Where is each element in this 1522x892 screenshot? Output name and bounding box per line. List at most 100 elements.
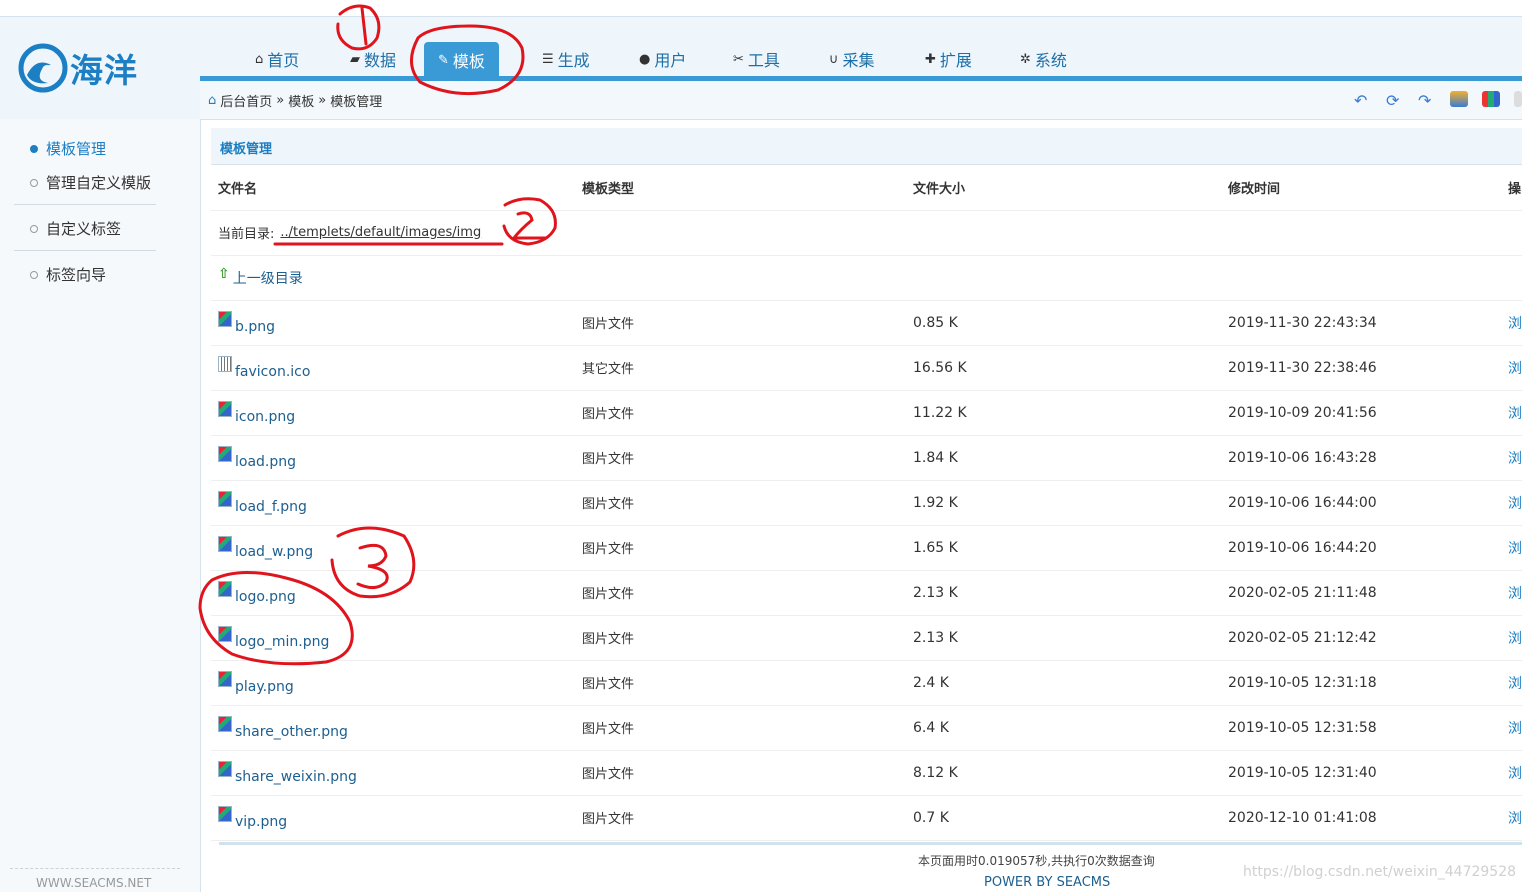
file-modified: 2019-10-06 16:44:00 bbox=[1228, 494, 1377, 511]
nav-tools[interactable]: ✂ 工具 bbox=[733, 42, 780, 76]
table-row: logo_min.png 图片文件 2.13 K 2020-02-05 21:12:4… bbox=[211, 615, 1522, 661]
nav-template[interactable]: ✎ 模板 bbox=[424, 42, 499, 78]
file-size: 0.7 K bbox=[913, 809, 949, 826]
back-icon[interactable]: ↶ bbox=[1354, 91, 1372, 110]
file-link[interactable]: load_f.png bbox=[218, 490, 307, 515]
file-name-cell: vip.png bbox=[218, 795, 573, 840]
breadcrumb-separator: » bbox=[318, 93, 327, 108]
view-link[interactable]: 浏 bbox=[1508, 705, 1522, 750]
clear-cache-icon[interactable] bbox=[1450, 91, 1468, 107]
file-link[interactable]: play.png bbox=[218, 670, 294, 695]
nav-generate[interactable]: ☰ 生成 bbox=[542, 42, 590, 76]
file-name: share_other.png bbox=[235, 723, 348, 740]
breadcrumb-bar: ⌂ 后台首页 » 模板 » 模板管理 ↶ ⟳ ↷ bbox=[200, 81, 1522, 120]
file-type: 图片文件 bbox=[582, 767, 635, 782]
image-file-icon bbox=[218, 445, 232, 462]
file-size: 2.13 K bbox=[913, 629, 958, 646]
view-link[interactable]: 浏 bbox=[1508, 750, 1522, 795]
view-link[interactable]: 浏 bbox=[1508, 570, 1522, 615]
sidebar-item-tag-wizard[interactable]: 标签向导 bbox=[30, 264, 106, 285]
nav-label: 扩展 bbox=[939, 51, 972, 70]
wrench-icon: ✂ bbox=[733, 51, 744, 67]
refresh-icon[interactable]: ⟳ bbox=[1386, 91, 1404, 110]
image-file-icon bbox=[218, 805, 232, 822]
sidebar-footer[interactable]: WWW.SEACMS.NET bbox=[36, 876, 151, 890]
nav-label: 采集 bbox=[842, 51, 875, 70]
top-nav: ⌂ 首页 ▰ 数据 ✎ 模板 ☰ 生成 ● 用户 ✂ 工具 ∪ 采集 ✚ 扩展 ✲ 系统 bbox=[200, 42, 1522, 78]
forward-icon[interactable]: ↷ bbox=[1418, 91, 1436, 110]
folder-up-icon: ⇧ bbox=[218, 265, 230, 282]
file-link[interactable]: share_weixin.png bbox=[218, 760, 357, 785]
nav-collect[interactable]: ∪ 采集 bbox=[829, 42, 875, 76]
sidebar-item-label: 管理自定义模版 bbox=[46, 174, 152, 192]
nav-extend[interactable]: ✚ 扩展 bbox=[925, 42, 972, 76]
file-modified: 2019-10-06 16:44:20 bbox=[1228, 539, 1377, 556]
view-link[interactable]: 浏 bbox=[1508, 795, 1522, 840]
table-row: load.png 图片文件 1.84 K 2019-10-06 16:43:28 浏 bbox=[211, 435, 1522, 481]
table-row: share_other.png 图片文件 6.4 K 2019-10-05 12:31… bbox=[211, 705, 1522, 751]
nav-label: 数据 bbox=[364, 51, 397, 70]
file-name-cell: share_weixin.png bbox=[218, 750, 573, 795]
file-size: 11.22 K bbox=[913, 404, 967, 421]
view-link[interactable]: 浏 bbox=[1508, 615, 1522, 660]
image-file-icon bbox=[218, 760, 232, 777]
file-link[interactable]: vip.png bbox=[218, 805, 287, 830]
more-icon[interactable] bbox=[1514, 91, 1522, 107]
bullet-icon bbox=[30, 144, 38, 153]
file-link[interactable]: favicon.ico bbox=[218, 355, 310, 380]
file-name-cell: play.png bbox=[218, 660, 573, 705]
user-icon: ● bbox=[639, 51, 651, 67]
file-type: 图片文件 bbox=[582, 452, 635, 467]
sidebar-divider bbox=[14, 204, 156, 205]
table-row: logo.png 图片文件 2.13 K 2020-02-05 21:11:48 浏 bbox=[211, 570, 1522, 616]
nav-home[interactable]: ⌂ 首页 bbox=[255, 42, 299, 76]
table-row: load_f.png 图片文件 1.92 K 2019-10-06 16:44:00 浏 bbox=[211, 480, 1522, 526]
view-link[interactable]: 浏 bbox=[1508, 660, 1522, 705]
sidebar-item-template-manage[interactable]: 模板管理 bbox=[30, 138, 106, 159]
file-size: 2.4 K bbox=[913, 674, 949, 691]
nav-system[interactable]: ✲ 系统 bbox=[1020, 42, 1067, 76]
view-link[interactable]: 浏 bbox=[1508, 480, 1522, 525]
file-name-cell: b.png bbox=[218, 300, 573, 345]
table-row: b.png 图片文件 0.85 K 2019-11-30 22:43:34 浏 bbox=[211, 300, 1522, 346]
file-link[interactable]: icon.png bbox=[218, 400, 295, 425]
sidebar-item-custom-template[interactable]: 管理自定义模版 bbox=[30, 172, 151, 193]
watermark: https://blog.csdn.net/weixin_44729528 bbox=[1243, 864, 1517, 880]
file-name: vip.png bbox=[235, 813, 288, 830]
panel-title: 模板管理 bbox=[220, 142, 273, 157]
sidebar-item-custom-tag[interactable]: 自定义标签 bbox=[30, 218, 121, 239]
table-row: favicon.ico 其它文件 16.56 K 2019-11-30 22:38:4… bbox=[211, 345, 1522, 391]
view-link[interactable]: 浏 bbox=[1508, 300, 1522, 345]
parent-dir-link[interactable]: ⇧ 上一级目录 bbox=[218, 265, 303, 288]
file-link[interactable]: b.png bbox=[218, 310, 275, 335]
layout-icon[interactable] bbox=[1482, 91, 1500, 107]
view-link[interactable]: 浏 bbox=[1508, 345, 1522, 390]
view-link[interactable]: 浏 bbox=[1508, 435, 1522, 480]
breadcrumb-home[interactable]: 后台首页 bbox=[220, 91, 272, 110]
nav-user[interactable]: ● 用户 bbox=[639, 42, 686, 76]
file-size: 1.84 K bbox=[913, 449, 958, 466]
image-file-icon bbox=[218, 670, 232, 687]
file-link[interactable]: logo.png bbox=[218, 580, 296, 605]
view-link[interactable]: 浏 bbox=[1508, 390, 1522, 435]
breadcrumb-template[interactable]: 模板 bbox=[288, 91, 314, 110]
file-name-cell: load_f.png bbox=[218, 480, 573, 525]
logo[interactable]: 海洋 bbox=[18, 39, 158, 97]
file-modified: 2020-02-05 21:11:48 bbox=[1228, 584, 1377, 601]
home-icon: ⌂ bbox=[208, 93, 217, 108]
generic-file-icon bbox=[218, 355, 232, 372]
file-link[interactable]: load.png bbox=[218, 445, 296, 470]
file-type: 图片文件 bbox=[582, 587, 635, 602]
file-type: 图片文件 bbox=[582, 632, 635, 647]
current-dir: 当前目录: ../templets/default/images/img bbox=[218, 210, 918, 255]
file-link[interactable]: logo_min.png bbox=[218, 625, 329, 650]
file-size: 6.4 K bbox=[913, 719, 949, 736]
file-link[interactable]: load_w.png bbox=[218, 535, 313, 560]
nav-data[interactable]: ▰ 数据 bbox=[350, 42, 396, 76]
footer-power[interactable]: POWER BY SEACMS bbox=[984, 875, 1110, 890]
file-link[interactable]: share_other.png bbox=[218, 715, 348, 740]
table-row: vip.png 图片文件 0.7 K 2020-12-10 01:41:08 浏 bbox=[211, 795, 1522, 841]
file-size: 1.92 K bbox=[913, 494, 958, 511]
view-link[interactable]: 浏 bbox=[1508, 525, 1522, 570]
list-icon: ☰ bbox=[542, 51, 554, 67]
